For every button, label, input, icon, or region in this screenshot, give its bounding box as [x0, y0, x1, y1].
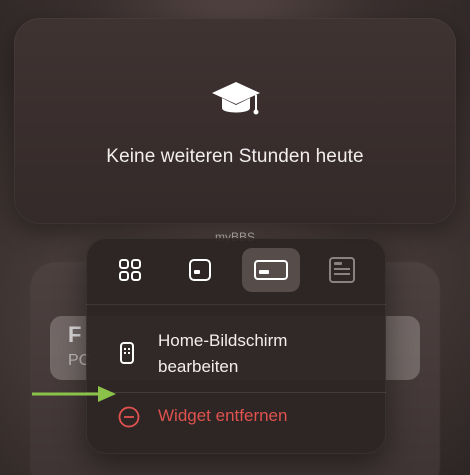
small-grid-icon: [119, 259, 141, 281]
size-option-medium[interactable]: [242, 248, 300, 292]
minus-circle-icon: [118, 406, 140, 428]
menu-divider: [86, 304, 386, 305]
annotation-arrow-icon: [32, 386, 116, 402]
remove-widget-label: Widget entfernen: [158, 406, 288, 425]
remove-widget-button[interactable]: Widget entfernen: [86, 398, 386, 438]
graduation-cap-icon: [212, 82, 260, 115]
size-option-small-grid[interactable]: [108, 248, 152, 292]
phone-icon: [120, 342, 134, 364]
medium-widget-icon: [254, 260, 288, 280]
widget-message: Keine weiteren Stunden heute: [106, 146, 364, 167]
size-option-small[interactable]: [178, 248, 222, 292]
large-widget-icon: [329, 257, 355, 283]
timetable-widget[interactable]: [14, 18, 456, 224]
small-widget-icon: [189, 259, 211, 281]
size-option-large[interactable]: [320, 248, 364, 292]
edit-home-screen-label: Home-Bildschirm bearbeiten: [158, 331, 288, 376]
edit-home-screen-button[interactable]: Home-Bildschirm bearbeiten: [86, 318, 386, 388]
background-widget-title: F: [68, 322, 82, 347]
menu-item-divider: [86, 392, 386, 393]
